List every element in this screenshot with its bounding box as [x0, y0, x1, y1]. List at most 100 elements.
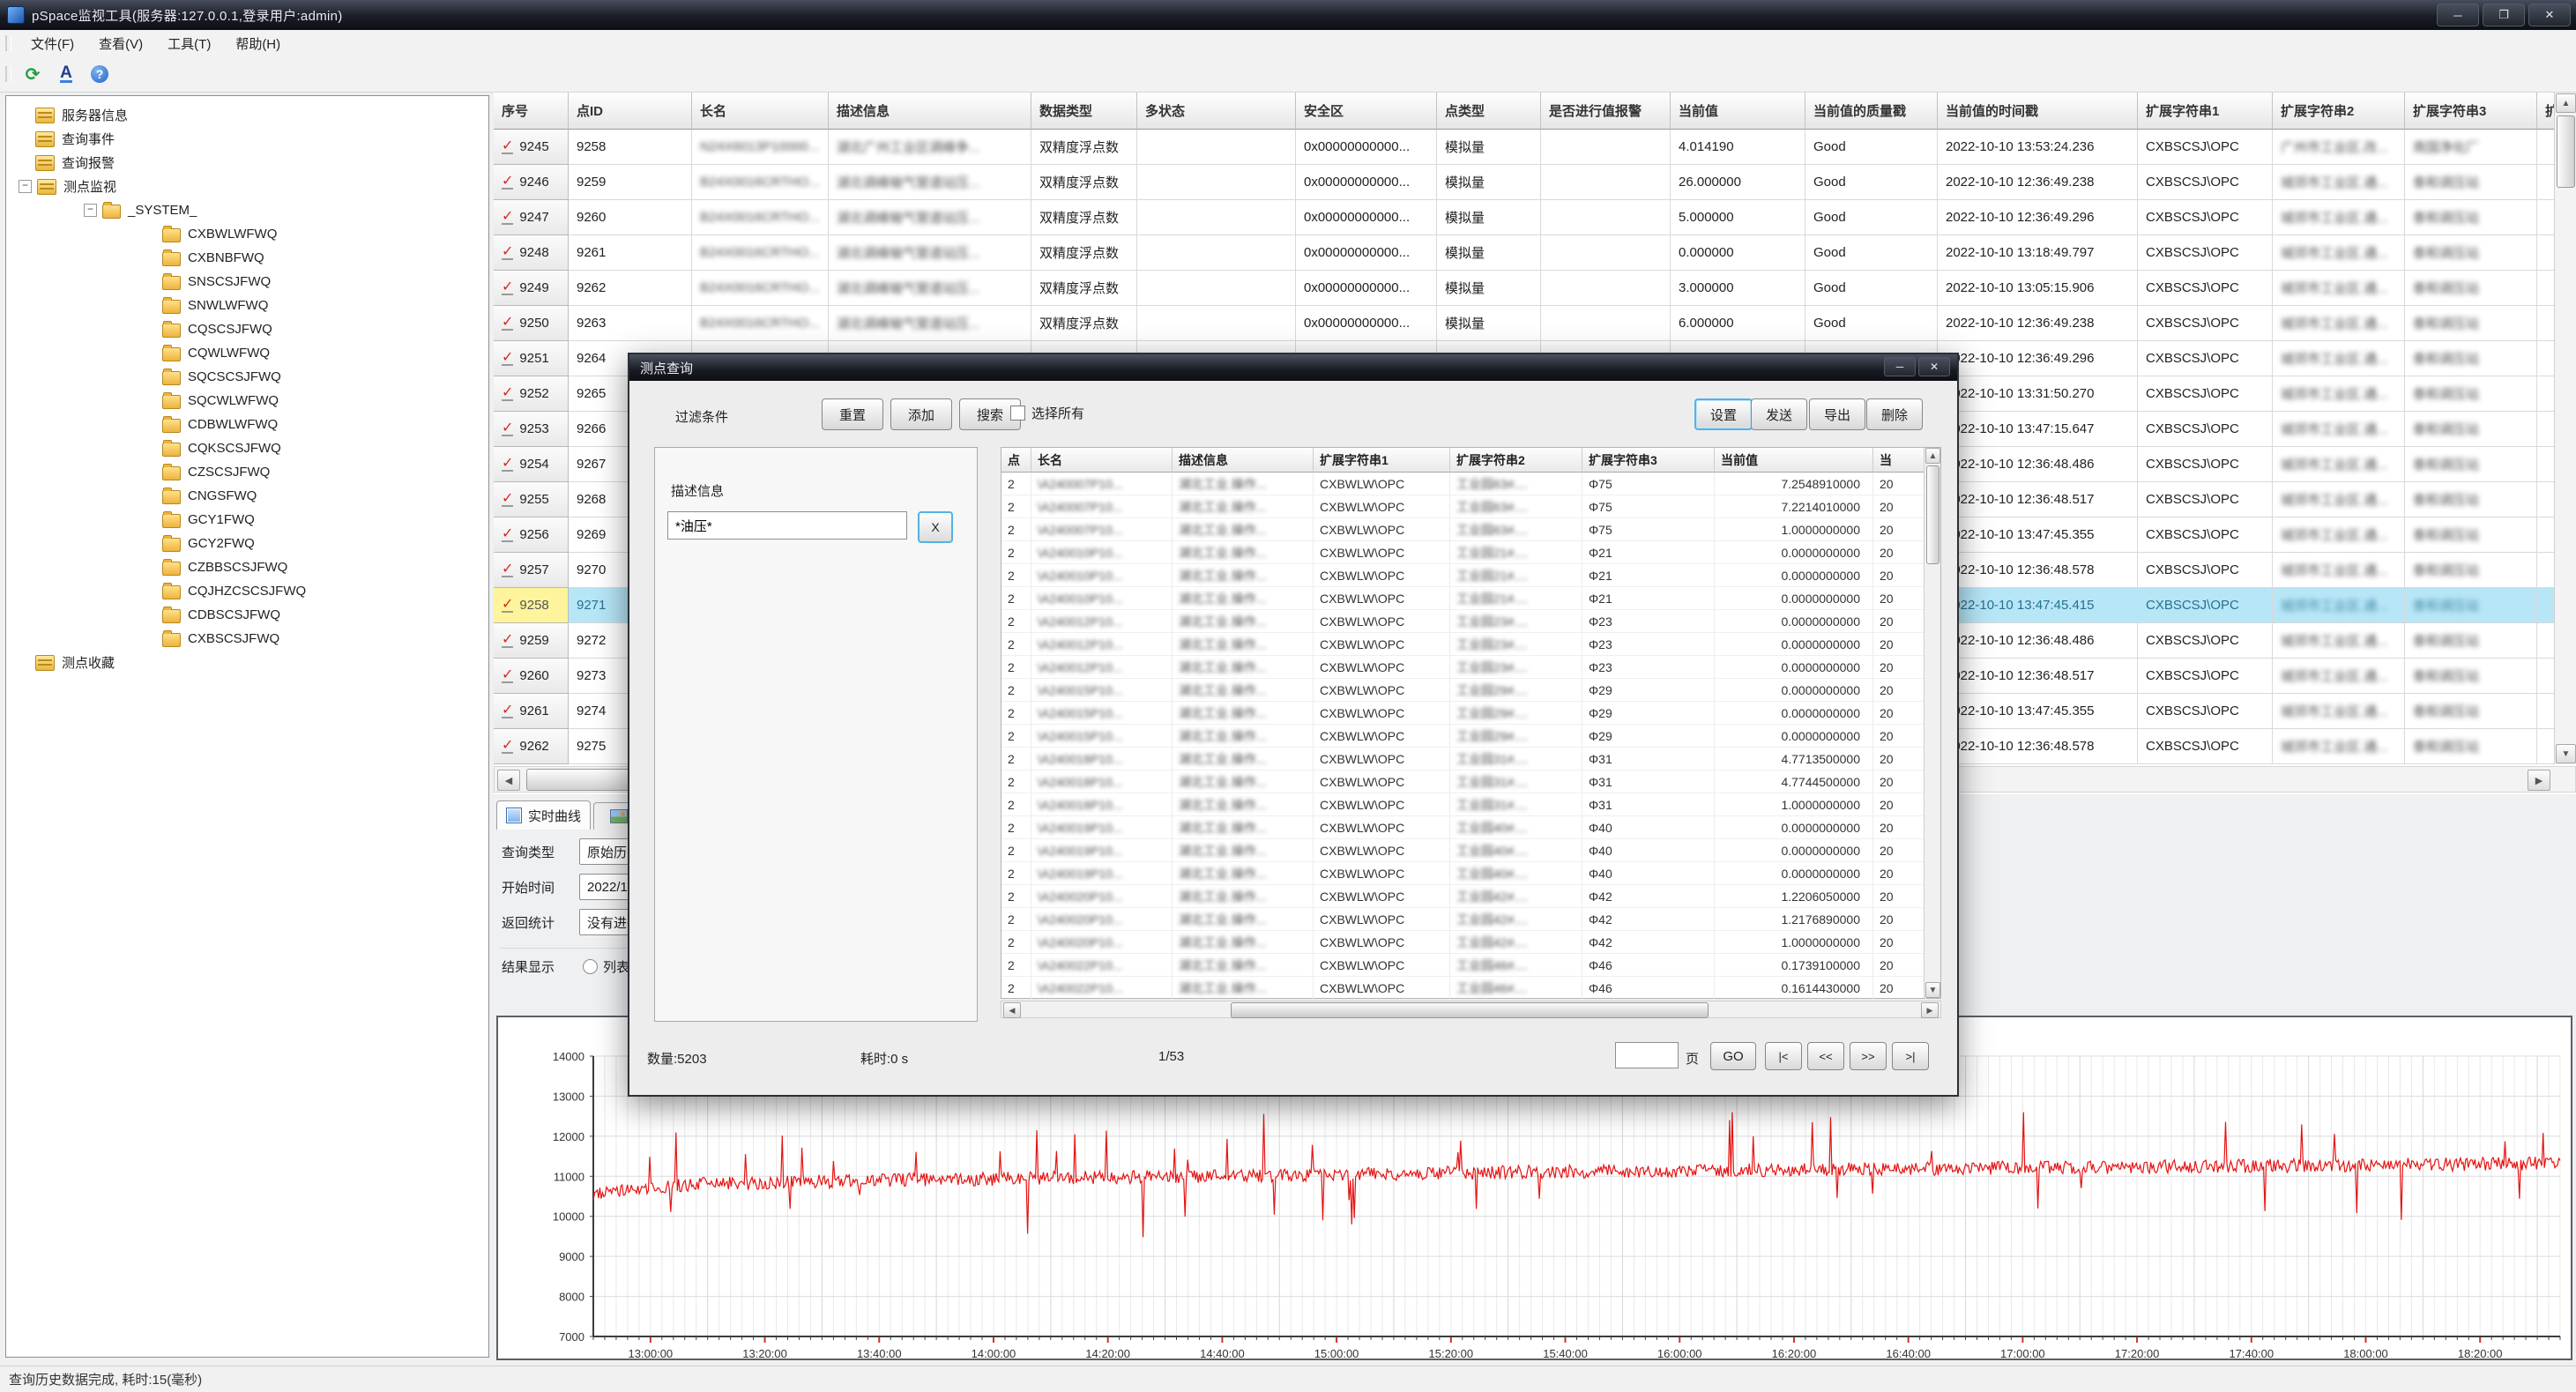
prev-page-button[interactable]: <<	[1807, 1042, 1844, 1070]
tree-item-测点监视[interactable]: −测点监视	[6, 175, 488, 198]
menu-view[interactable]: 查看(V)	[86, 31, 155, 56]
column-header-是否进行值报警[interactable]: 是否进行值报警	[1541, 93, 1671, 130]
dialog-column-header-当[interactable]: 当	[1873, 448, 1926, 473]
tree-item-CDBSCSJFWQ[interactable]: CDBSCSJFWQ	[6, 603, 488, 627]
tree-item-CZBBSCSJFWQ[interactable]: CZBBSCSJFWQ	[6, 555, 488, 579]
dialog-table-row[interactable]: 2\A240015P10...湖北工业.操作...CXBWLW\OPC工业园29…	[1001, 725, 1940, 748]
dialog-table-row[interactable]: 2\A240020P10...湖北工业.操作...CXBWLW\OPC工业园42…	[1001, 885, 1940, 908]
dialog-table-row[interactable]: 2\A240018P10...湖北工业.操作...CXBWLW\OPC工业园31…	[1001, 748, 1940, 770]
column-header-扩展字符串1[interactable]: 扩展字符串1	[2138, 93, 2273, 130]
desc-filter-input[interactable]	[667, 511, 907, 540]
table-row[interactable]: ✓92509263B24X0016CRTHO...湖北调峰输气管道站压...双精…	[494, 306, 2576, 341]
tree-item-CQWLWFWQ[interactable]: CQWLWFWQ	[6, 341, 488, 365]
column-header-当前值的时间戳[interactable]: 当前值的时间戳	[1938, 93, 2138, 130]
column-header-点ID[interactable]: 点ID	[569, 93, 692, 130]
dialog-table-row[interactable]: 2\A240018P10...湖北工业.操作...CXBWLW\OPC工业园31…	[1001, 793, 1940, 816]
tree-item-CXBWLWFWQ[interactable]: CXBWLWFWQ	[6, 222, 488, 246]
maximize-button[interactable]: ❐	[2483, 4, 2525, 26]
tree-item-_SYSTEM_[interactable]: −_SYSTEM_	[6, 198, 488, 222]
dialog-table-row[interactable]: 2\A240018P10...湖北工业.操作...CXBWLW\OPC工业园31…	[1001, 770, 1940, 793]
dialog-vertical-scrollbar[interactable]: ▲ ▼	[1924, 448, 1940, 998]
column-header-当前值的质量戳[interactable]: 当前值的质量戳	[1805, 93, 1938, 130]
scroll-down-icon[interactable]: ▼	[2556, 744, 2576, 763]
send-button[interactable]: 发送	[1751, 398, 1807, 430]
tree-item-GCY2FWQ[interactable]: GCY2FWQ	[6, 532, 488, 555]
table-row[interactable]: ✓92489261B24X0016CRTHO...湖北调峰输气管道站压...双精…	[494, 235, 2576, 271]
tree-item-CDBWLWFWQ[interactable]: CDBWLWFWQ	[6, 413, 488, 436]
dialog-table-row[interactable]: 2\A240020P10...湖北工业.操作...CXBWLW\OPC工业园42…	[1001, 931, 1940, 954]
scroll-left-icon[interactable]: ◀	[497, 770, 520, 791]
dialog-scroll-up-icon[interactable]: ▲	[1925, 448, 1940, 464]
dialog-table-row[interactable]: 2\A240012P10...湖北工业.操作...CXBWLW\OPC工业园23…	[1001, 633, 1940, 656]
vscroll-thumb[interactable]	[2557, 115, 2575, 188]
scroll-right-icon[interactable]: ▶	[2528, 770, 2550, 791]
dialog-column-header-扩展字符串2[interactable]: 扩展字符串2	[1450, 448, 1582, 473]
column-header-多状态[interactable]: 多状态	[1137, 93, 1296, 130]
go-button[interactable]: GO	[1710, 1042, 1756, 1070]
table-row[interactable]: ✓92479260B24X0016CRTHO...湖北调峰输气管道站压...双精…	[494, 200, 2576, 235]
dialog-close-button[interactable]: ✕	[1918, 357, 1950, 376]
dialog-table-row[interactable]: 2\A240020P10...湖北工业.操作...CXBWLW\OPC工业园42…	[1001, 908, 1940, 931]
tree-item-CXBSCSJFWQ[interactable]: CXBSCSJFWQ	[6, 627, 488, 651]
dialog-minimize-button[interactable]: ─	[1884, 357, 1916, 376]
menu-help[interactable]: 帮助(H)	[223, 31, 293, 56]
column-header-点类型[interactable]: 点类型	[1437, 93, 1541, 130]
last-page-button[interactable]: >|	[1892, 1042, 1929, 1070]
minimize-button[interactable]: ─	[2437, 4, 2479, 26]
tree-item-查询报警[interactable]: 查询报警	[6, 151, 488, 175]
tree-item-CQJHZCSCSJFWQ[interactable]: CQJHZCSCSJFWQ	[6, 579, 488, 603]
clear-filter-button[interactable]: X	[918, 511, 953, 543]
column-header-当前值[interactable]: 当前值	[1671, 93, 1805, 130]
column-header-安全区[interactable]: 安全区	[1296, 93, 1437, 130]
scroll-up-icon[interactable]: ▲	[2556, 93, 2576, 113]
column-header-扩展字符串2[interactable]: 扩展字符串2	[2273, 93, 2405, 130]
tree-item-CZSCSJFWQ[interactable]: CZSCSJFWQ	[6, 460, 488, 484]
column-header-长名[interactable]: 长名	[692, 93, 829, 130]
delete-button[interactable]: 删除	[1866, 398, 1923, 430]
table-vertical-scrollbar[interactable]: ▲ ▼	[2554, 93, 2576, 764]
dialog-scroll-right-icon[interactable]: ▶	[1921, 1002, 1939, 1018]
tree-item-CQSCSJFWQ[interactable]: CQSCSJFWQ	[6, 317, 488, 341]
column-header-序号[interactable]: 序号	[494, 93, 569, 130]
dialog-column-header-点[interactable]: 点	[1001, 448, 1031, 473]
dialog-vscroll-thumb[interactable]	[1926, 465, 1939, 564]
dialog-table-row[interactable]: 2\A240012P10...湖北工业.操作...CXBWLW\OPC工业园23…	[1001, 610, 1940, 633]
tree-item-SQCSCSJFWQ[interactable]: SQCSCSJFWQ	[6, 365, 488, 389]
dialog-scroll-left-icon[interactable]: ◀	[1003, 1002, 1021, 1018]
font-button[interactable]: A	[52, 61, 80, 87]
tree-item-SNWLWFWQ[interactable]: SNWLWFWQ	[6, 294, 488, 317]
dialog-table-row[interactable]: 2\A240022P10...湖北工业.操作...CXBWLW\OPC工业园46…	[1001, 977, 1940, 1000]
select-all-checkbox[interactable]	[1010, 406, 1025, 421]
dialog-table-row[interactable]: 2\A240007P10...湖北工业.操作...CXBWLW\OPC工业园63…	[1001, 473, 1940, 495]
next-page-button[interactable]: >>	[1850, 1042, 1887, 1070]
column-header-数据类型[interactable]: 数据类型	[1031, 93, 1137, 130]
dialog-column-header-当前值[interactable]: 当前值	[1715, 448, 1873, 473]
dialog-table-row[interactable]: 2\A240010P10...湖北工业.操作...CXBWLW\OPC工业园21…	[1001, 541, 1940, 564]
dialog-horizontal-scrollbar[interactable]: ◀ ▶	[1001, 1001, 1941, 1018]
column-header-扩[interactable]: 扩	[2537, 93, 2555, 130]
tree-item-SNSCSJFWQ[interactable]: SNSCSJFWQ	[6, 270, 488, 294]
reset-button[interactable]: 重置	[822, 398, 883, 430]
table-row[interactable]: ✓92469259B24X0016CRTHO...湖北调峰输气管道站压...双精…	[494, 165, 2576, 200]
tree-item-CNGSFWQ[interactable]: CNGSFWQ	[6, 484, 488, 508]
dialog-table-row[interactable]: 2\A240019P10...湖北工业.操作...CXBWLW\OPC工业园40…	[1001, 862, 1940, 885]
page-input[interactable]	[1615, 1042, 1679, 1068]
dialog-column-header-描述信息[interactable]: 描述信息	[1173, 448, 1314, 473]
close-button[interactable]: ✕	[2528, 4, 2571, 26]
dialog-table-row[interactable]: 2\A240015P10...湖北工业.操作...CXBWLW\OPC工业园29…	[1001, 702, 1940, 725]
list-radio[interactable]	[583, 959, 598, 974]
table-row[interactable]: ✓92499262B24X0016CRTHO...湖北调峰输气管道站压...双精…	[494, 271, 2576, 306]
tree-item-CQKSCSJFWQ[interactable]: CQKSCSJFWQ	[6, 436, 488, 460]
help-button[interactable]: ?	[86, 61, 114, 87]
dialog-table-row[interactable]: 2\A240010P10...湖北工业.操作...CXBWLW\OPC工业园21…	[1001, 587, 1940, 610]
dialog-table-row[interactable]: 2\A240019P10...湖北工业.操作...CXBWLW\OPC工业园40…	[1001, 816, 1940, 839]
refresh-button[interactable]: ⟳	[19, 61, 47, 87]
tree-item-服务器信息[interactable]: 服务器信息	[6, 103, 488, 127]
dialog-table-row[interactable]: 2\A240007P10...湖北工业.操作...CXBWLW\OPC工业园63…	[1001, 495, 1940, 518]
dialog-column-header-扩展字符串1[interactable]: 扩展字符串1	[1314, 448, 1450, 473]
dialog-table-row[interactable]: 2\A240010P10...湖北工业.操作...CXBWLW\OPC工业园21…	[1001, 564, 1940, 587]
tree-item-CXBNBFWQ[interactable]: CXBNBFWQ	[6, 246, 488, 270]
table-row[interactable]: ✓92459258N24X6013P10000...湖北广州工业区调峰争...双…	[494, 130, 2576, 165]
dialog-column-header-长名[interactable]: 长名	[1031, 448, 1173, 473]
dialog-table-row[interactable]: 2\A240012P10...湖北工业.操作...CXBWLW\OPC工业园23…	[1001, 656, 1940, 679]
